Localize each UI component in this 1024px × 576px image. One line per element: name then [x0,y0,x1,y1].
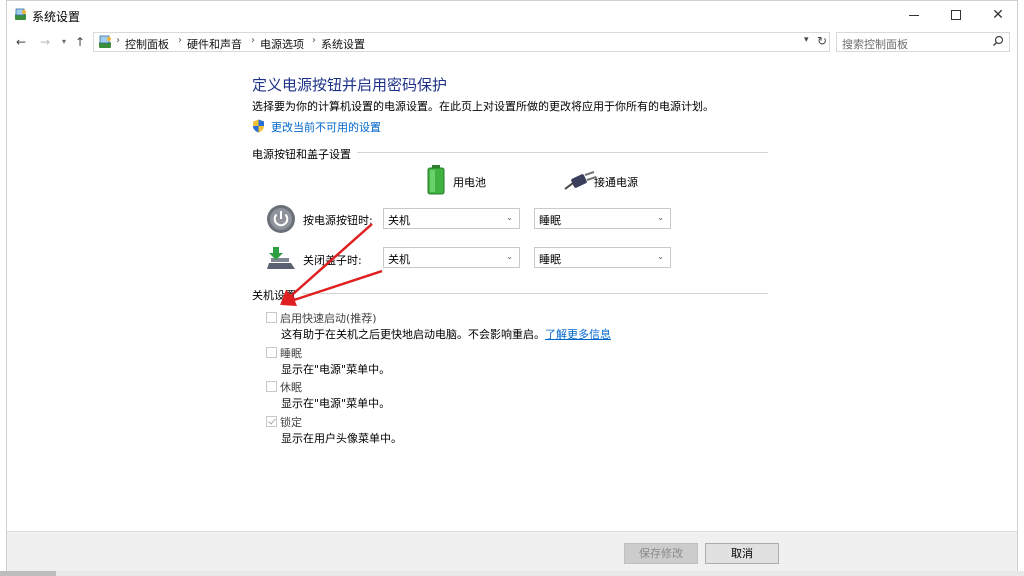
background-chip [0,571,56,576]
search-icon [993,35,1004,46]
sleep-label[interactable]: 睡眠 [280,345,302,361]
chevron-right-icon[interactable]: › [312,35,316,46]
close-lid-plugged-select[interactable]: 睡眠 ⌄ [534,247,671,268]
system-settings-window: 系统设置 ✕ ← → ▾ ↑ › 控制面板 › 硬件和声音 › 电源选项 › 系… [6,0,1018,572]
power-button-icon [267,205,295,233]
fast-startup-desc-text: 这有助于在关机之后更快地启动电脑。不会影响重启。 [281,328,545,341]
sleep-description: 显示在"电源"菜单中。 [281,363,391,376]
battery-column-header: 用电池 [453,176,486,189]
forward-button[interactable]: → [37,31,53,53]
breadcrumb-system-settings[interactable]: 系统设置 [321,36,365,52]
laptop-lid-icon [267,247,295,269]
sleep-checkbox[interactable] [266,347,277,358]
footer-bar: 保存修改 取消 [7,531,1017,572]
title-bar: 系统设置 ✕ [7,1,1017,29]
hibernate-checkbox[interactable] [266,381,277,392]
maximize-icon [951,10,961,20]
battery-icon [427,165,445,195]
power-section-label: 电源按钮和盖子设置 [252,146,357,162]
power-button-plugged-select[interactable]: 睡眠 ⌄ [534,208,671,229]
control-panel-icon [15,8,26,20]
chevron-down-icon: ⌄ [657,213,664,222]
power-button-label: 按电源按钮时: [303,214,373,227]
up-button[interactable]: ↑ [73,31,87,53]
hibernate-description: 显示在"电源"菜单中。 [281,397,391,410]
control-panel-icon [99,35,111,48]
lock-description: 显示在用户头像菜单中。 [281,432,402,445]
maximize-button[interactable] [935,1,977,29]
select-value: 睡眠 [539,253,561,266]
select-value: 关机 [388,214,410,227]
breadcrumb-power-options[interactable]: 电源选项 [260,36,304,52]
chevron-down-icon: ⌄ [506,252,513,261]
chevron-right-icon[interactable]: › [251,35,255,46]
forward-arrow-icon: → [39,35,51,49]
up-arrow-icon: ↑ [74,35,86,49]
minimize-icon [909,15,919,16]
lock-checkbox[interactable] [266,416,277,427]
search-box[interactable]: 搜索控制面板 [836,32,1010,52]
select-value: 睡眠 [539,214,561,227]
close-lid-battery-select[interactable]: 关机 ⌄ [383,247,520,268]
chevron-right-icon[interactable]: › [116,35,120,46]
back-arrow-icon: ← [15,35,27,49]
chevron-down-icon: ⌄ [657,252,664,261]
cancel-button[interactable]: 取消 [705,543,779,564]
close-icon: ✕ [992,7,1004,23]
section-divider [252,293,768,294]
window-title: 系统设置 [32,10,81,24]
chevron-down-icon: ⌄ [506,213,513,222]
refresh-icon[interactable]: ↻ [817,34,827,48]
address-bar[interactable]: › 控制面板 › 硬件和声音 › 电源选项 › 系统设置 ▾ ↻ [93,32,830,52]
background-strip [0,571,1024,576]
fast-startup-description: 这有助于在关机之后更快地启动电脑。不会影响重启。了解更多信息 [281,326,611,342]
hibernate-label[interactable]: 休眠 [280,379,302,395]
breadcrumb-control-panel[interactable]: 控制面板 [125,36,169,52]
address-dropdown-icon[interactable]: ▾ [804,35,809,45]
page-description: 选择要为你的计算机设置的电源设置。在此页上对设置所做的更改将应用于你所有的电源计… [252,100,714,113]
minimize-button[interactable] [893,1,935,29]
back-button[interactable]: ← [13,31,29,53]
close-lid-label: 关闭盖子时: [303,254,362,267]
page-title: 定义电源按钮并启用密码保护 [252,76,448,94]
plugged-in-column-header: 接通电源 [594,176,638,189]
search-input[interactable]: 搜索控制面板 [842,36,908,52]
change-link-label[interactable]: 更改当前不可用的设置 [271,119,381,135]
learn-more-link[interactable]: 了解更多信息 [545,328,611,341]
select-value: 关机 [388,253,410,266]
chevron-down-icon: ▾ [61,37,66,46]
close-button[interactable]: ✕ [977,1,1019,29]
fast-startup-label[interactable]: 启用快速启动(推荐) [280,310,377,326]
save-changes-button[interactable]: 保存修改 [624,543,698,564]
power-plug-icon [564,171,597,190]
power-button-battery-select[interactable]: 关机 ⌄ [383,208,520,229]
fast-startup-checkbox[interactable] [266,312,277,323]
shutdown-section-label: 关机设置 [252,287,302,303]
uac-shield-icon [253,119,264,133]
chevron-right-icon[interactable]: › [178,35,182,46]
recent-locations-button[interactable]: ▾ [59,31,69,53]
navigation-bar: ← → ▾ ↑ › 控制面板 › 硬件和声音 › 电源选项 › 系统设置 ▾ ↻… [7,31,1017,53]
breadcrumb-hardware-sound[interactable]: 硬件和声音 [187,36,242,52]
lock-label[interactable]: 锁定 [280,414,302,430]
